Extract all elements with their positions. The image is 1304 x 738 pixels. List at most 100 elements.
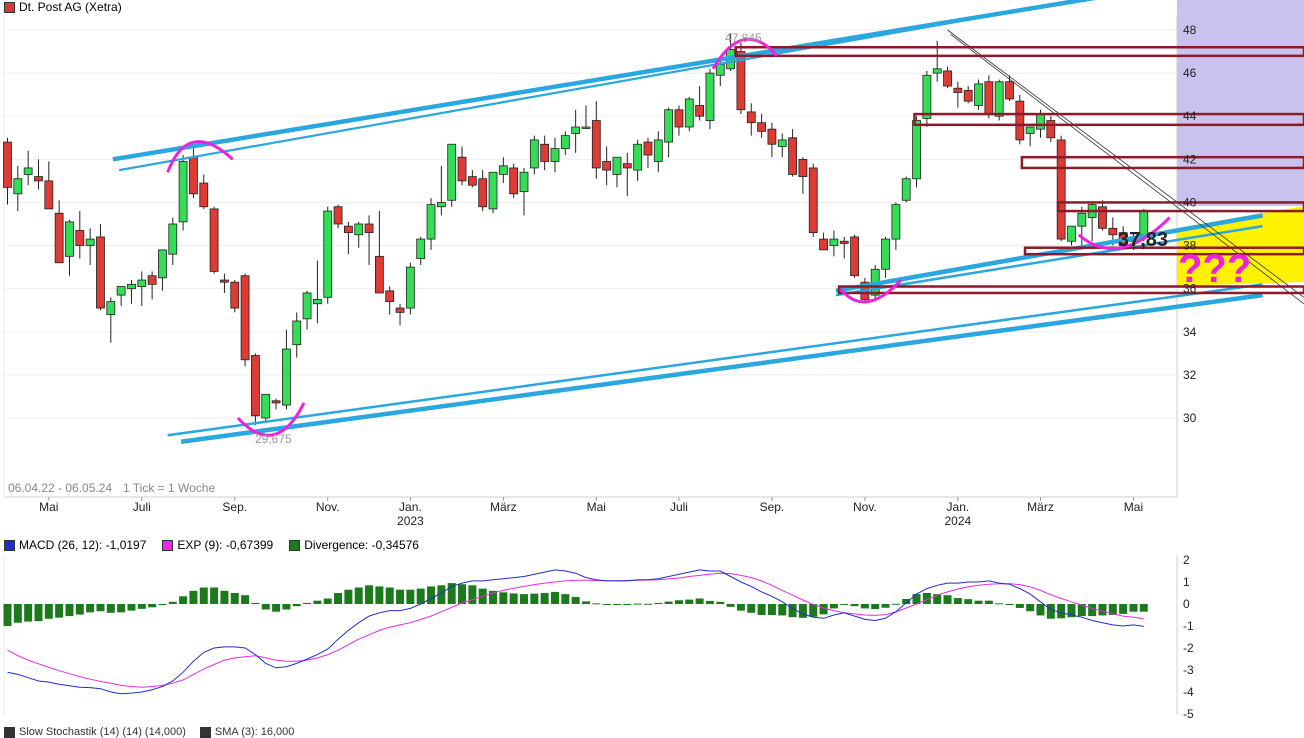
candle bbox=[127, 280, 136, 304]
candle bbox=[963, 86, 973, 104]
candle-body bbox=[23, 167, 33, 175]
divergence-bar bbox=[891, 603, 900, 605]
divergence-bar bbox=[840, 604, 849, 605]
price-y-tick: 30 bbox=[1183, 411, 1197, 425]
candle-body bbox=[395, 307, 405, 313]
divergence-bar bbox=[509, 593, 518, 604]
high-annotation: 47,845 bbox=[725, 31, 762, 45]
candle-body bbox=[127, 283, 136, 290]
candle-body bbox=[3, 141, 12, 188]
candle bbox=[85, 228, 95, 265]
candle-body bbox=[994, 81, 1004, 117]
price-x-tick: März bbox=[1027, 500, 1054, 514]
candle bbox=[850, 234, 859, 278]
candle bbox=[240, 273, 250, 367]
divergence-bar bbox=[623, 604, 632, 605]
candle-body bbox=[1077, 212, 1087, 227]
price-x-tick: Juli bbox=[133, 500, 151, 514]
candle bbox=[54, 200, 64, 264]
divergence-bar bbox=[55, 604, 64, 618]
candle-body bbox=[767, 128, 777, 145]
candle-body bbox=[602, 161, 612, 171]
candle-body bbox=[560, 135, 570, 149]
candle bbox=[1098, 200, 1107, 231]
divergence-bar bbox=[571, 596, 580, 604]
stochastic-legend: Slow Stochastik (14) (14) (14,000) SMA (… bbox=[4, 726, 294, 738]
price-y-tick: 34 bbox=[1183, 325, 1197, 339]
price-x-tick: Sep. bbox=[760, 500, 785, 514]
candle-body bbox=[436, 202, 446, 208]
divergence-bar bbox=[106, 604, 115, 613]
divergence-bar bbox=[230, 593, 239, 604]
candle-body bbox=[271, 400, 281, 404]
divergence-bar bbox=[251, 602, 260, 604]
candle-body bbox=[932, 68, 942, 74]
candle bbox=[364, 215, 374, 265]
price-x-tick: März bbox=[490, 500, 517, 514]
candle-body bbox=[426, 204, 436, 240]
candle-body bbox=[581, 126, 591, 129]
price-x-tick: Mai bbox=[39, 500, 58, 514]
divergence-bar bbox=[633, 603, 642, 605]
candle-body bbox=[302, 292, 312, 320]
macd-y-tick: -3 bbox=[1183, 663, 1194, 677]
divergence-bar bbox=[468, 585, 477, 604]
price-y-tick: 42 bbox=[1183, 152, 1197, 166]
candle bbox=[147, 271, 157, 300]
divergence-bar bbox=[1026, 604, 1035, 612]
candle-body bbox=[1046, 120, 1056, 139]
divergence-bar bbox=[282, 604, 291, 610]
price-x-year: 2023 bbox=[397, 514, 424, 528]
divergence-bar bbox=[1139, 604, 1148, 612]
candle bbox=[788, 129, 797, 177]
divergence-bar bbox=[1036, 604, 1045, 616]
candle-body bbox=[251, 355, 260, 417]
divergence-bar bbox=[592, 603, 601, 605]
divergence-bar bbox=[1005, 604, 1014, 605]
candle bbox=[560, 131, 570, 156]
divergence-label: Divergence: -0,34576 bbox=[304, 538, 419, 552]
divergence-swatch bbox=[289, 539, 301, 551]
candle-body bbox=[1005, 81, 1014, 100]
candle bbox=[426, 198, 436, 250]
candle bbox=[302, 290, 312, 330]
price-x-tick: Sep. bbox=[222, 500, 247, 514]
divergence-bar bbox=[117, 604, 126, 613]
candle bbox=[767, 122, 777, 158]
divergence-bar bbox=[168, 601, 177, 604]
divergence-bar bbox=[334, 593, 343, 604]
candle bbox=[436, 165, 446, 216]
divergence-bar bbox=[344, 589, 353, 604]
candle-body bbox=[777, 139, 787, 147]
divergence-bar bbox=[3, 604, 12, 626]
candle bbox=[343, 221, 353, 255]
candle-body bbox=[798, 158, 808, 177]
exp-line bbox=[7, 572, 1144, 688]
exp-swatch bbox=[162, 539, 174, 551]
candle bbox=[591, 101, 601, 179]
candle-body bbox=[312, 299, 322, 305]
candle-body bbox=[498, 165, 508, 175]
candle-body bbox=[953, 87, 963, 93]
divergence-bar bbox=[964, 599, 973, 604]
divergence-bar bbox=[716, 601, 725, 604]
divergence-bar bbox=[148, 604, 157, 608]
candle-body bbox=[189, 156, 198, 195]
candle bbox=[220, 273, 229, 293]
price-y-tick: 40 bbox=[1183, 195, 1197, 209]
candle bbox=[912, 116, 921, 188]
price-x-tick: Nov. bbox=[853, 500, 877, 514]
candle bbox=[230, 280, 240, 313]
macd-y-tick: 2 bbox=[1183, 555, 1190, 567]
candle-body bbox=[199, 182, 209, 208]
candle bbox=[746, 103, 756, 136]
candle bbox=[1025, 126, 1035, 147]
candle bbox=[1056, 135, 1066, 242]
divergence-bar bbox=[612, 604, 621, 605]
divergence-bar bbox=[984, 600, 993, 604]
divergence-bar bbox=[65, 604, 74, 617]
candle bbox=[44, 161, 54, 210]
candle-body bbox=[891, 204, 901, 240]
candle bbox=[705, 68, 715, 130]
candle-body bbox=[1108, 227, 1118, 236]
